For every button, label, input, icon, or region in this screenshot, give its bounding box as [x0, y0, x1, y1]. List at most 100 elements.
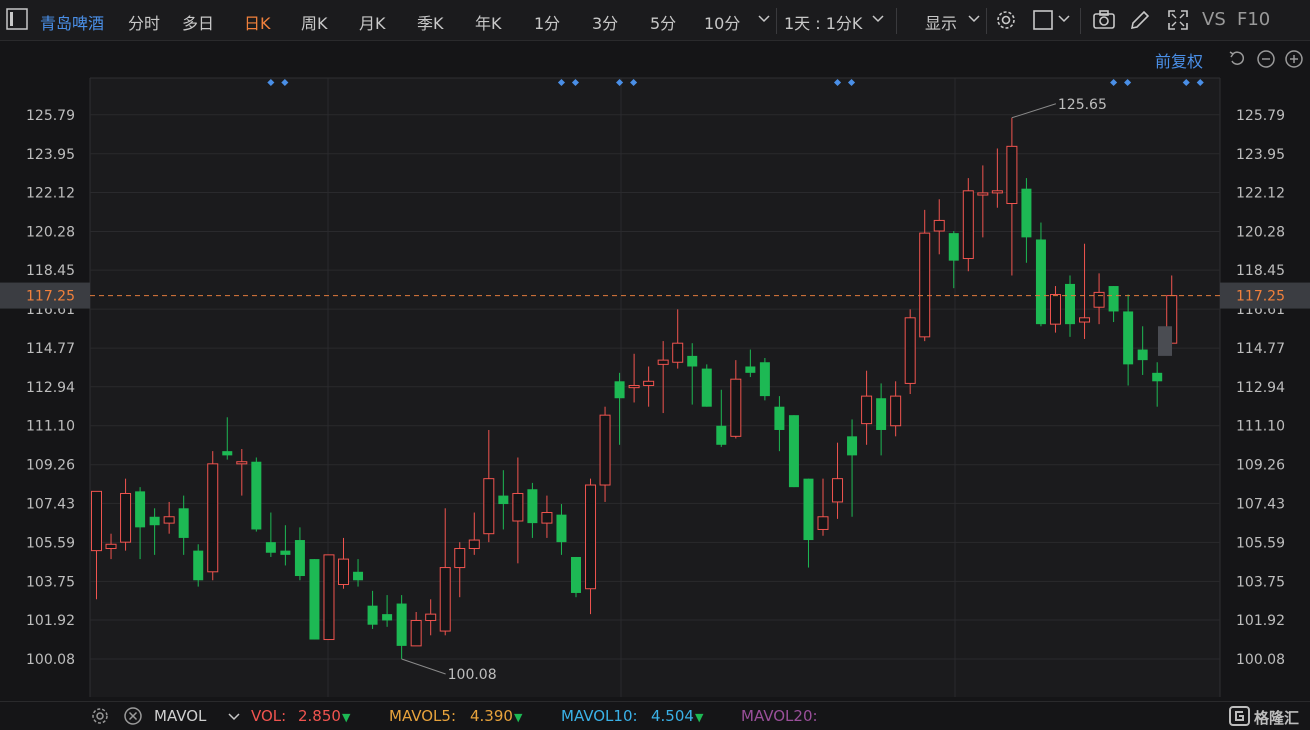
- candle-body-down: [716, 425, 727, 445]
- vol-down-arrow-icon: ▼: [342, 711, 351, 724]
- candle-body-up: [1049, 294, 1061, 325]
- candle-body-down: [280, 550, 291, 555]
- candle-body-down: [1123, 311, 1134, 365]
- candle-body-down: [251, 461, 262, 530]
- y-tick-label-left: 118.45: [26, 263, 75, 279]
- y-tick-label-right: 125.79: [1236, 108, 1285, 124]
- candle-body-down: [556, 514, 567, 543]
- candle-body-down: [745, 366, 756, 373]
- candle-body-down: [1021, 188, 1032, 238]
- candle-body-down: [382, 614, 393, 621]
- y-tick-label-right: 112.94: [1236, 380, 1285, 396]
- candle-body-down: [193, 550, 204, 581]
- candle-body-up: [977, 192, 989, 196]
- candle-body-up: [91, 490, 102, 552]
- indicator-chevron-icon[interactable]: [226, 708, 242, 724]
- y-tick-label-left: 114.77: [26, 341, 75, 357]
- mavol10-value: 4.504: [651, 707, 694, 725]
- candle-body-up: [919, 232, 931, 338]
- indicator-close-icon[interactable]: [123, 706, 143, 726]
- candle-body-down: [265, 542, 276, 553]
- watermark-text: 格隆汇: [1254, 709, 1300, 727]
- y-tick-label-left: 111.10: [26, 419, 75, 435]
- candle-body-down: [353, 571, 364, 581]
- candle-body-up: [468, 539, 480, 550]
- candle-body-down: [1035, 239, 1046, 325]
- candle-body-down: [948, 233, 959, 261]
- candle-body-up: [730, 378, 742, 437]
- min-price-label: 100.08: [448, 667, 497, 683]
- candle-body-up: [120, 492, 132, 543]
- y-tick-label-right: 120.28: [1236, 224, 1285, 240]
- candle-body-down: [222, 451, 233, 456]
- mavol10-label: MAVOL10:: [561, 707, 638, 725]
- candle-body-up: [425, 613, 437, 621]
- indicator-settings-gear-icon[interactable]: [90, 706, 110, 726]
- candle-body-down: [701, 368, 712, 407]
- candle-body-down: [527, 489, 538, 524]
- candle-body-up: [599, 414, 611, 486]
- y-tick-label-right: 105.59: [1236, 535, 1285, 551]
- candle-body-up: [1079, 317, 1091, 323]
- candle-body-down: [178, 508, 189, 538]
- candle-body-up: [207, 463, 219, 573]
- y-tick-label-right: 109.26: [1236, 458, 1285, 474]
- mavol20-label: MAVOL20:: [741, 707, 818, 725]
- y-tick-label-left: 122.12: [26, 185, 75, 201]
- candle-body-up: [817, 516, 829, 530]
- y-tick-label-left: 107.43: [26, 496, 75, 512]
- pending-candle: [1158, 326, 1172, 356]
- candle-body-down: [309, 559, 320, 640]
- y-tick-label-left: 100.08: [26, 652, 75, 668]
- y-tick-label-left: 123.95: [26, 147, 75, 163]
- candle-body-down: [687, 355, 698, 367]
- candle-body-up: [643, 380, 655, 387]
- watermark-logo-icon: [1229, 706, 1251, 726]
- mavol5-down-arrow-icon: ▼: [514, 711, 523, 724]
- candle-body-down: [294, 540, 305, 577]
- candle-body-up: [541, 512, 553, 524]
- indicator-bar: MAVOL VOL: 2.850 ▼ MAVOL5: 4.390 ▼ MAVOL…: [0, 701, 1310, 729]
- candle-body-down: [498, 495, 509, 505]
- candle-body-up: [236, 461, 248, 465]
- y-tick-label-right: 100.08: [1236, 652, 1285, 668]
- candle-body-down: [759, 362, 770, 397]
- y-tick-label-right: 103.75: [1236, 574, 1285, 590]
- candle-body-up: [962, 190, 974, 260]
- current-price-label: 117.25: [26, 289, 75, 305]
- candle-body-up: [672, 342, 684, 363]
- candle-body-up: [105, 543, 117, 550]
- candle-body-down: [396, 603, 407, 646]
- indicator-name[interactable]: MAVOL: [154, 707, 206, 725]
- mavol5-value: 4.390: [470, 707, 513, 725]
- candle-body-up: [338, 558, 350, 585]
- candle-body-up: [439, 567, 451, 632]
- candle-body-up: [410, 619, 422, 647]
- candle-body-down: [1137, 349, 1148, 361]
- candle-body-up: [991, 190, 1003, 194]
- candle-body-up: [890, 395, 902, 427]
- candle-body-up: [585, 484, 597, 590]
- candle-body-down: [135, 491, 146, 528]
- candle-body-up: [861, 395, 873, 425]
- y-tick-label-right: 111.10: [1236, 419, 1285, 435]
- y-tick-label-left: 112.94: [26, 380, 75, 396]
- candlestick-chart[interactable]: 125.79 125.79 123.95 123.95 122.12 122.12 120.…: [0, 0, 1310, 701]
- candle-body-down: [788, 415, 799, 488]
- candle-body-down: [1152, 372, 1163, 382]
- y-tick-label-left: 101.92: [26, 613, 75, 629]
- candle-body-down: [367, 605, 378, 625]
- candle-body-up: [904, 317, 916, 384]
- candle-body-up: [628, 385, 640, 389]
- candle-body-down: [876, 398, 887, 430]
- candle-body-down: [1065, 283, 1076, 325]
- candle-body-down: [570, 556, 581, 593]
- vol-label: VOL:: [251, 707, 287, 725]
- candle-body-up: [657, 359, 669, 365]
- current-price-label: 117.25: [1236, 289, 1285, 305]
- y-tick-label-left: 120.28: [26, 224, 75, 240]
- candle-body-up: [832, 478, 844, 503]
- y-tick-label-left: 105.59: [26, 535, 75, 551]
- candle-body-up: [454, 548, 466, 569]
- mavol10-down-arrow-icon: ▼: [695, 711, 704, 724]
